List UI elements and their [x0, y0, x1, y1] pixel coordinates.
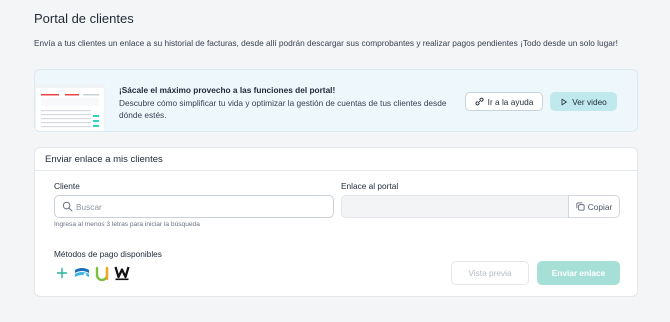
add-icon: [56, 267, 68, 279]
preview-button[interactable]: Vista previa: [451, 261, 529, 285]
search-hint: Ingresa al menos 3 letras para iniciar l…: [54, 221, 200, 228]
w-logo-icon: [114, 266, 130, 281]
promo-text: Descubre cómo simplificar tu vida y opti…: [119, 98, 447, 120]
page-description: Envía a tus clientes un enlace a su hist…: [34, 38, 618, 48]
add-payment-method-button[interactable]: [54, 265, 70, 281]
portal-link-field[interactable]: [341, 195, 569, 218]
client-search-field[interactable]: [54, 195, 334, 218]
help-link-icon: [475, 97, 484, 106]
payment-methods-label: Métodos de pago disponibles: [54, 249, 162, 259]
promo-banner: ¡Sácale el máximo provecho a las funcion…: [34, 69, 638, 132]
client-search-input[interactable]: [76, 200, 326, 214]
help-button[interactable]: Ir a la ayuda: [465, 92, 543, 111]
copy-button[interactable]: Copiar: [568, 195, 620, 218]
payment-method-w: [114, 265, 130, 281]
video-button-label: Ver video: [572, 96, 607, 107]
search-icon: [62, 201, 73, 212]
payment-method-wallet: [74, 265, 90, 281]
page-title: Portal de clientes: [34, 11, 134, 26]
payment-methods-list: [54, 261, 130, 285]
copy-button-label: Copiar: [587, 201, 613, 212]
card-title: Enviar enlace a mis clientes: [45, 154, 163, 165]
portal-preview-image: [35, 84, 105, 131]
u-logo-icon: [95, 266, 109, 281]
send-link-button[interactable]: Enviar enlace: [537, 261, 620, 285]
client-label: Cliente: [54, 181, 80, 191]
video-button[interactable]: Ver video: [550, 92, 617, 111]
copy-icon: [576, 202, 585, 211]
card-header: Enviar enlace a mis clientes: [35, 148, 637, 171]
help-button-label: Ir a la ayuda: [487, 96, 534, 107]
send-link-card: Enviar enlace a mis clientes Cliente Ing…: [34, 147, 638, 297]
promo-title: ¡Sácale el máximo provecho a las funcion…: [119, 85, 336, 95]
wallet-icon: [75, 268, 89, 277]
payment-method-u: [94, 265, 110, 281]
portal-link-label: Enlace al portal: [341, 181, 399, 191]
play-icon: [561, 98, 568, 105]
